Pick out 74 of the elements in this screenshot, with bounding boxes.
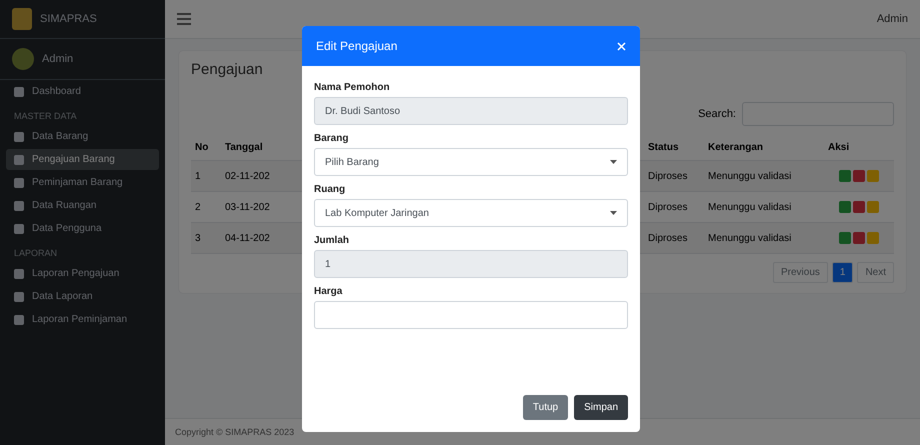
nav-item[interactable]: Laporan Peminjaman — [6, 309, 159, 330]
table-cell-text: 04-11-202 — [224, 232, 271, 244]
table-cell-text: 03-11-202 — [224, 202, 271, 212]
table-cell-text: Diproses — [647, 202, 688, 212]
select-field[interactable]: Lab Komputer Jaringan — [314, 199, 628, 227]
close-button[interactable] — [617, 42, 626, 50]
table-cell-text: Diproses — [647, 232, 688, 244]
footer-text: Copyright © SIMAPRAS 2023 — [175, 427, 294, 437]
nav-icon — [14, 314, 24, 324]
modal-title: Edit Pengajuan — [316, 39, 398, 53]
search-label: Search: — [698, 108, 736, 120]
column-header: Status — [647, 142, 680, 152]
column-header: No — [194, 142, 210, 152]
table-cell-text: 02-11-202 — [224, 170, 271, 182]
delete-button[interactable] — [853, 170, 865, 182]
nav-item[interactable]: Pengajuan Barang — [6, 149, 159, 170]
nav-icon — [14, 132, 24, 142]
nav-item[interactable]: Data Pengguna — [6, 218, 159, 239]
nav-icon — [14, 292, 24, 302]
field-label: Nama Pemohon — [314, 82, 391, 93]
nav-heading: LAPORAN — [13, 247, 58, 260]
nav-item[interactable]: Data Ruangan — [6, 195, 159, 216]
field-label: Harga — [314, 286, 344, 297]
nav-item[interactable]: Data Barang — [6, 126, 159, 147]
page-title: Pengajuan — [191, 61, 264, 78]
logo-icon — [12, 8, 32, 30]
input-field[interactable]: 1 — [314, 250, 628, 278]
nav-item[interactable]: Data Laporan — [6, 286, 159, 307]
nav-icon — [14, 268, 24, 278]
field-label: Barang — [314, 133, 350, 144]
edit-button[interactable] — [839, 232, 851, 244]
table-cell-text: 3 — [194, 232, 202, 244]
nav-icon — [14, 154, 24, 164]
detail-button[interactable] — [867, 232, 879, 244]
edit-button[interactable] — [839, 201, 851, 213]
caret-icon — [610, 211, 617, 215]
select-field[interactable]: Pilih Barang — [314, 148, 628, 176]
nav-icon — [14, 178, 24, 188]
column-header: Keterangan — [707, 142, 764, 152]
table-cell-text: 1 — [194, 170, 202, 182]
nav-item[interactable]: Peminjaman Barang — [6, 172, 159, 193]
edit-button[interactable] — [839, 170, 851, 182]
nav-heading: MASTER DATA — [13, 110, 78, 123]
pagination-button[interactable]: Previous — [772, 262, 828, 283]
detail-button[interactable] — [867, 201, 879, 213]
menu-icon[interactable] — [177, 13, 191, 25]
table-cell-text: Menunggu validasi — [707, 232, 792, 244]
search-field[interactable] — [742, 102, 894, 126]
table-cell-text: 2 — [194, 202, 202, 212]
nav-item[interactable]: Laporan Pengajuan — [6, 263, 159, 284]
avatar-icon — [12, 48, 34, 70]
delete-button[interactable] — [853, 201, 865, 213]
nav-icon — [14, 200, 24, 210]
column-header: Aksi — [827, 142, 850, 152]
nav-icon — [14, 224, 24, 234]
column-header: Tanggal — [224, 142, 264, 152]
nav-item[interactable]: Dashboard — [6, 81, 159, 102]
field-label: Jumlah — [314, 235, 350, 246]
table-cell-text: Menunggu validasi — [707, 202, 792, 212]
nav-icon — [14, 86, 24, 96]
pagination-button[interactable]: 1 — [832, 262, 854, 283]
field-label: Ruang — [314, 184, 346, 195]
save-button[interactable]: Simpan — [574, 395, 628, 420]
input-field[interactable] — [314, 301, 628, 329]
table-cell-text: Menunggu validasi — [707, 170, 792, 182]
brand-name: SIMAPRAS — [40, 13, 97, 25]
pagination-button[interactable]: Next — [857, 262, 894, 283]
table-cell-text: Diproses — [647, 170, 688, 182]
close-button[interactable]: Tutup — [522, 395, 568, 420]
delete-button[interactable] — [853, 232, 865, 244]
detail-button[interactable] — [867, 170, 879, 182]
topbar-user[interactable]: Admin — [876, 13, 908, 25]
user-name: Admin — [42, 53, 74, 65]
input-field[interactable]: Dr. Budi Santoso — [314, 97, 628, 125]
